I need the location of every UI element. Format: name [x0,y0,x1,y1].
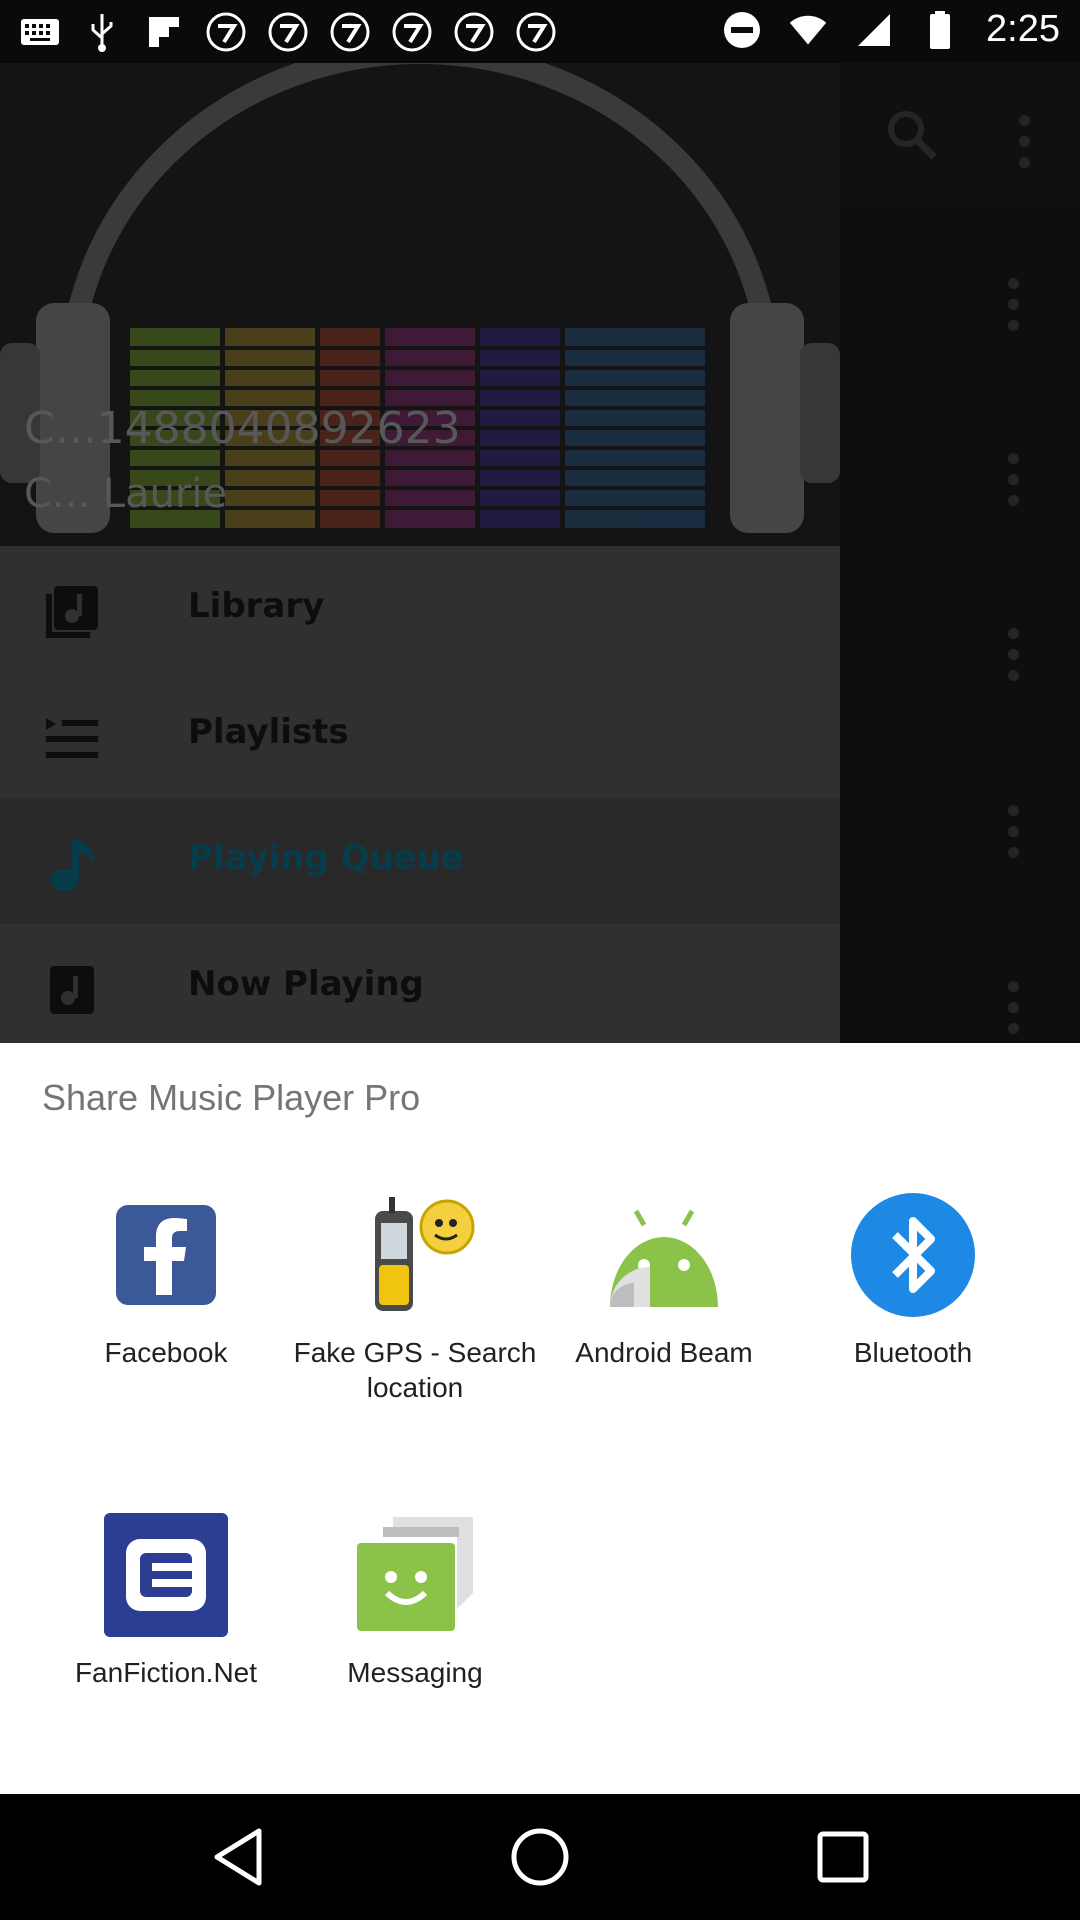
share-target-android-beam[interactable]: Android Beam [540,1193,788,1370]
bluetooth-icon [851,1193,975,1317]
recents-icon[interactable] [813,1827,873,1887]
facebook-icon [104,1193,228,1317]
share-sheet-title: Share Music Player Pro [42,1077,421,1118]
abc7-icon [330,12,370,52]
clock: 2:25 [986,8,1060,50]
android-beam-icon [602,1193,726,1317]
abc7-icon [268,12,308,52]
share-target-label: Android Beam [575,1337,753,1368]
share-target-label: Bluetooth [853,1337,973,1368]
share-sheet: Share Music Player Pro Facebook Fake GPS… [0,1043,1080,1794]
abc7-icon [392,12,432,52]
share-target-label: Messaging [347,1657,483,1688]
abc7-icon [516,12,556,52]
dim-overlay[interactable] [0,63,1080,1065]
fake-gps-icon [353,1193,477,1317]
abc7-icon [454,12,494,52]
signal-icon [854,10,894,50]
abc7-icon [206,12,246,52]
wifi-icon [788,10,828,50]
share-target-label: FanFiction.Net [74,1657,258,1688]
system-navigation-bar [0,1794,1080,1920]
usb-icon [82,12,122,52]
share-target-facebook[interactable]: Facebook [42,1193,290,1370]
share-target-label: Fake GPS - Search location [293,1337,537,1403]
home-icon[interactable] [510,1827,570,1887]
share-target-fanfiction[interactable]: FanFiction.Net [42,1513,290,1690]
flipboard-icon [144,12,184,52]
notification-icons [20,12,556,52]
do-not-disturb-icon [722,10,762,50]
share-target-fake-gps[interactable]: Fake GPS - Search location [291,1193,539,1405]
messaging-icon [353,1513,477,1637]
share-target-messaging[interactable]: Messaging [291,1513,539,1690]
keyboard-icon [20,12,60,52]
fanfiction-icon [104,1513,228,1637]
system-icons: 2:25 [722,8,1060,51]
share-target-bluetooth[interactable]: Bluetooth [789,1193,1037,1370]
back-icon[interactable] [208,1827,268,1887]
battery-icon [920,10,960,50]
share-target-label: Facebook [104,1337,228,1368]
status-bar: 2:25 [0,0,1080,63]
